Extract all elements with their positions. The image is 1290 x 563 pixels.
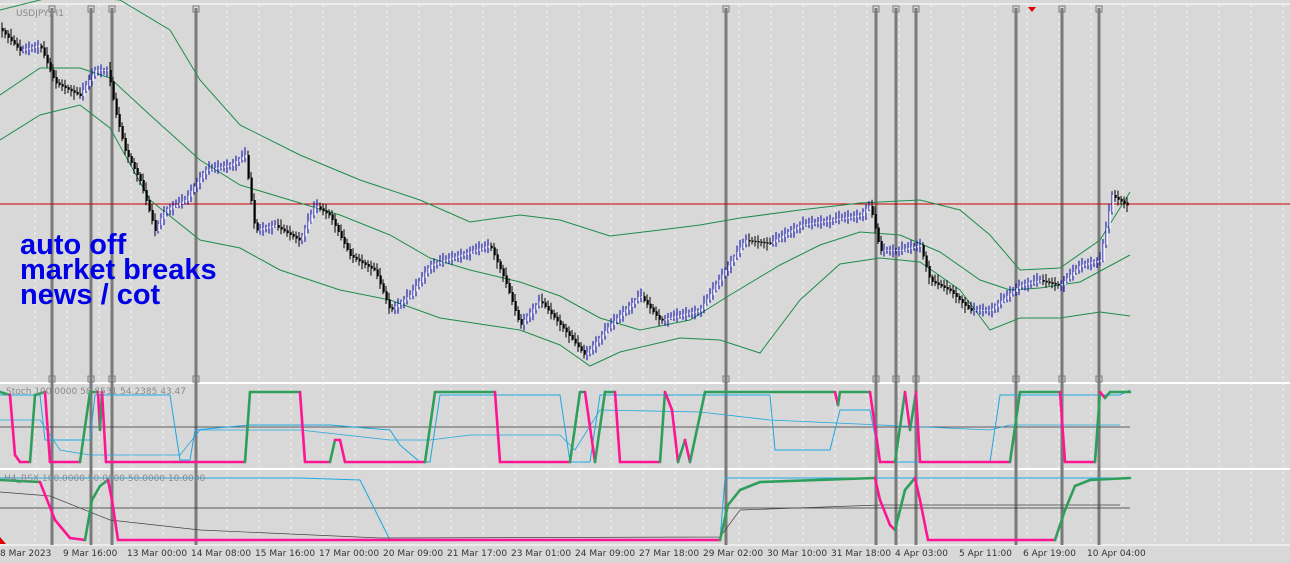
time-label: 10 Apr 04:00 — [1087, 549, 1146, 559]
price-chart[interactable]: auto off market breaks news / cot USDJPY… — [0, 0, 1290, 563]
chart-annotation: auto off market breaks news / cot — [20, 231, 217, 311]
time-label: 4 Apr 03:00 — [895, 549, 948, 559]
bollinger-band — [0, 0, 1131, 271]
time-label: 17 Mar 00:00 — [319, 549, 380, 559]
baseline-line — [0, 491, 1120, 539]
oscillator-line — [28, 393, 37, 464]
oscillator-line — [1073, 478, 1092, 488]
time-label: 21 Mar 17:00 — [447, 549, 508, 559]
triangle-down-icon — [1028, 7, 1036, 12]
oscillator-line — [903, 476, 917, 492]
signal-line — [0, 477, 1120, 541]
oscillator-line — [683, 438, 692, 464]
time-label: 14 Mar 08:00 — [191, 549, 252, 559]
oscillator-line — [918, 498, 930, 542]
time-label: 9 Mar 16:00 — [63, 549, 118, 559]
oscillator-line — [903, 390, 912, 432]
oscillator-line — [836, 390, 842, 407]
corner-marker — [0, 537, 6, 544]
time-label: 15 Mar 16:00 — [255, 549, 316, 559]
oscillator-line — [738, 480, 762, 492]
time-label: 31 Mar 18:00 — [831, 549, 892, 559]
oscillator-line — [328, 438, 337, 464]
signal-line — [0, 389, 1131, 463]
symbol-label: USDJPY,H1 — [16, 9, 64, 19]
oscillator-line — [676, 438, 687, 464]
time-label: 20 Mar 09:00 — [383, 549, 444, 559]
indicator1-label: Stoch 100.0000 58.8531 54.2385 43.47 — [6, 387, 186, 397]
signal-line — [0, 409, 1120, 456]
time-label: 29 Mar 02:00 — [703, 549, 764, 559]
time-label: 8 Mar 2023 — [0, 549, 52, 559]
oscillator-line — [1063, 484, 1077, 512]
oscillator-line — [726, 488, 742, 507]
time-label: 5 Apr 11:00 — [959, 549, 1012, 559]
oscillator-line — [758, 476, 877, 484]
oscillator-line — [8, 393, 17, 457]
oscillator-line — [878, 498, 892, 527]
time-label: 13 Mar 00:00 — [127, 549, 188, 559]
annotation-line-3: news / cot — [20, 279, 161, 311]
time-label: 30 Mar 10:00 — [767, 549, 828, 559]
time-label: 27 Mar 18:00 — [639, 549, 700, 559]
time-label: 6 Apr 19:00 — [1023, 549, 1076, 559]
indicator2-label: H4_RSX 100.0000 50.0000 50.0000 10.0000 — [4, 474, 206, 484]
time-label: 23 Mar 01:00 — [511, 549, 572, 559]
oscillator-line — [53, 518, 72, 540]
oscillator-line — [338, 438, 347, 464]
time-label: 24 Mar 09:00 — [575, 549, 636, 559]
time-axis: 8 Mar 2023 9 Mar 16:00 13 Mar 00:00 14 M… — [0, 546, 1290, 563]
oscillator-line — [68, 536, 87, 542]
